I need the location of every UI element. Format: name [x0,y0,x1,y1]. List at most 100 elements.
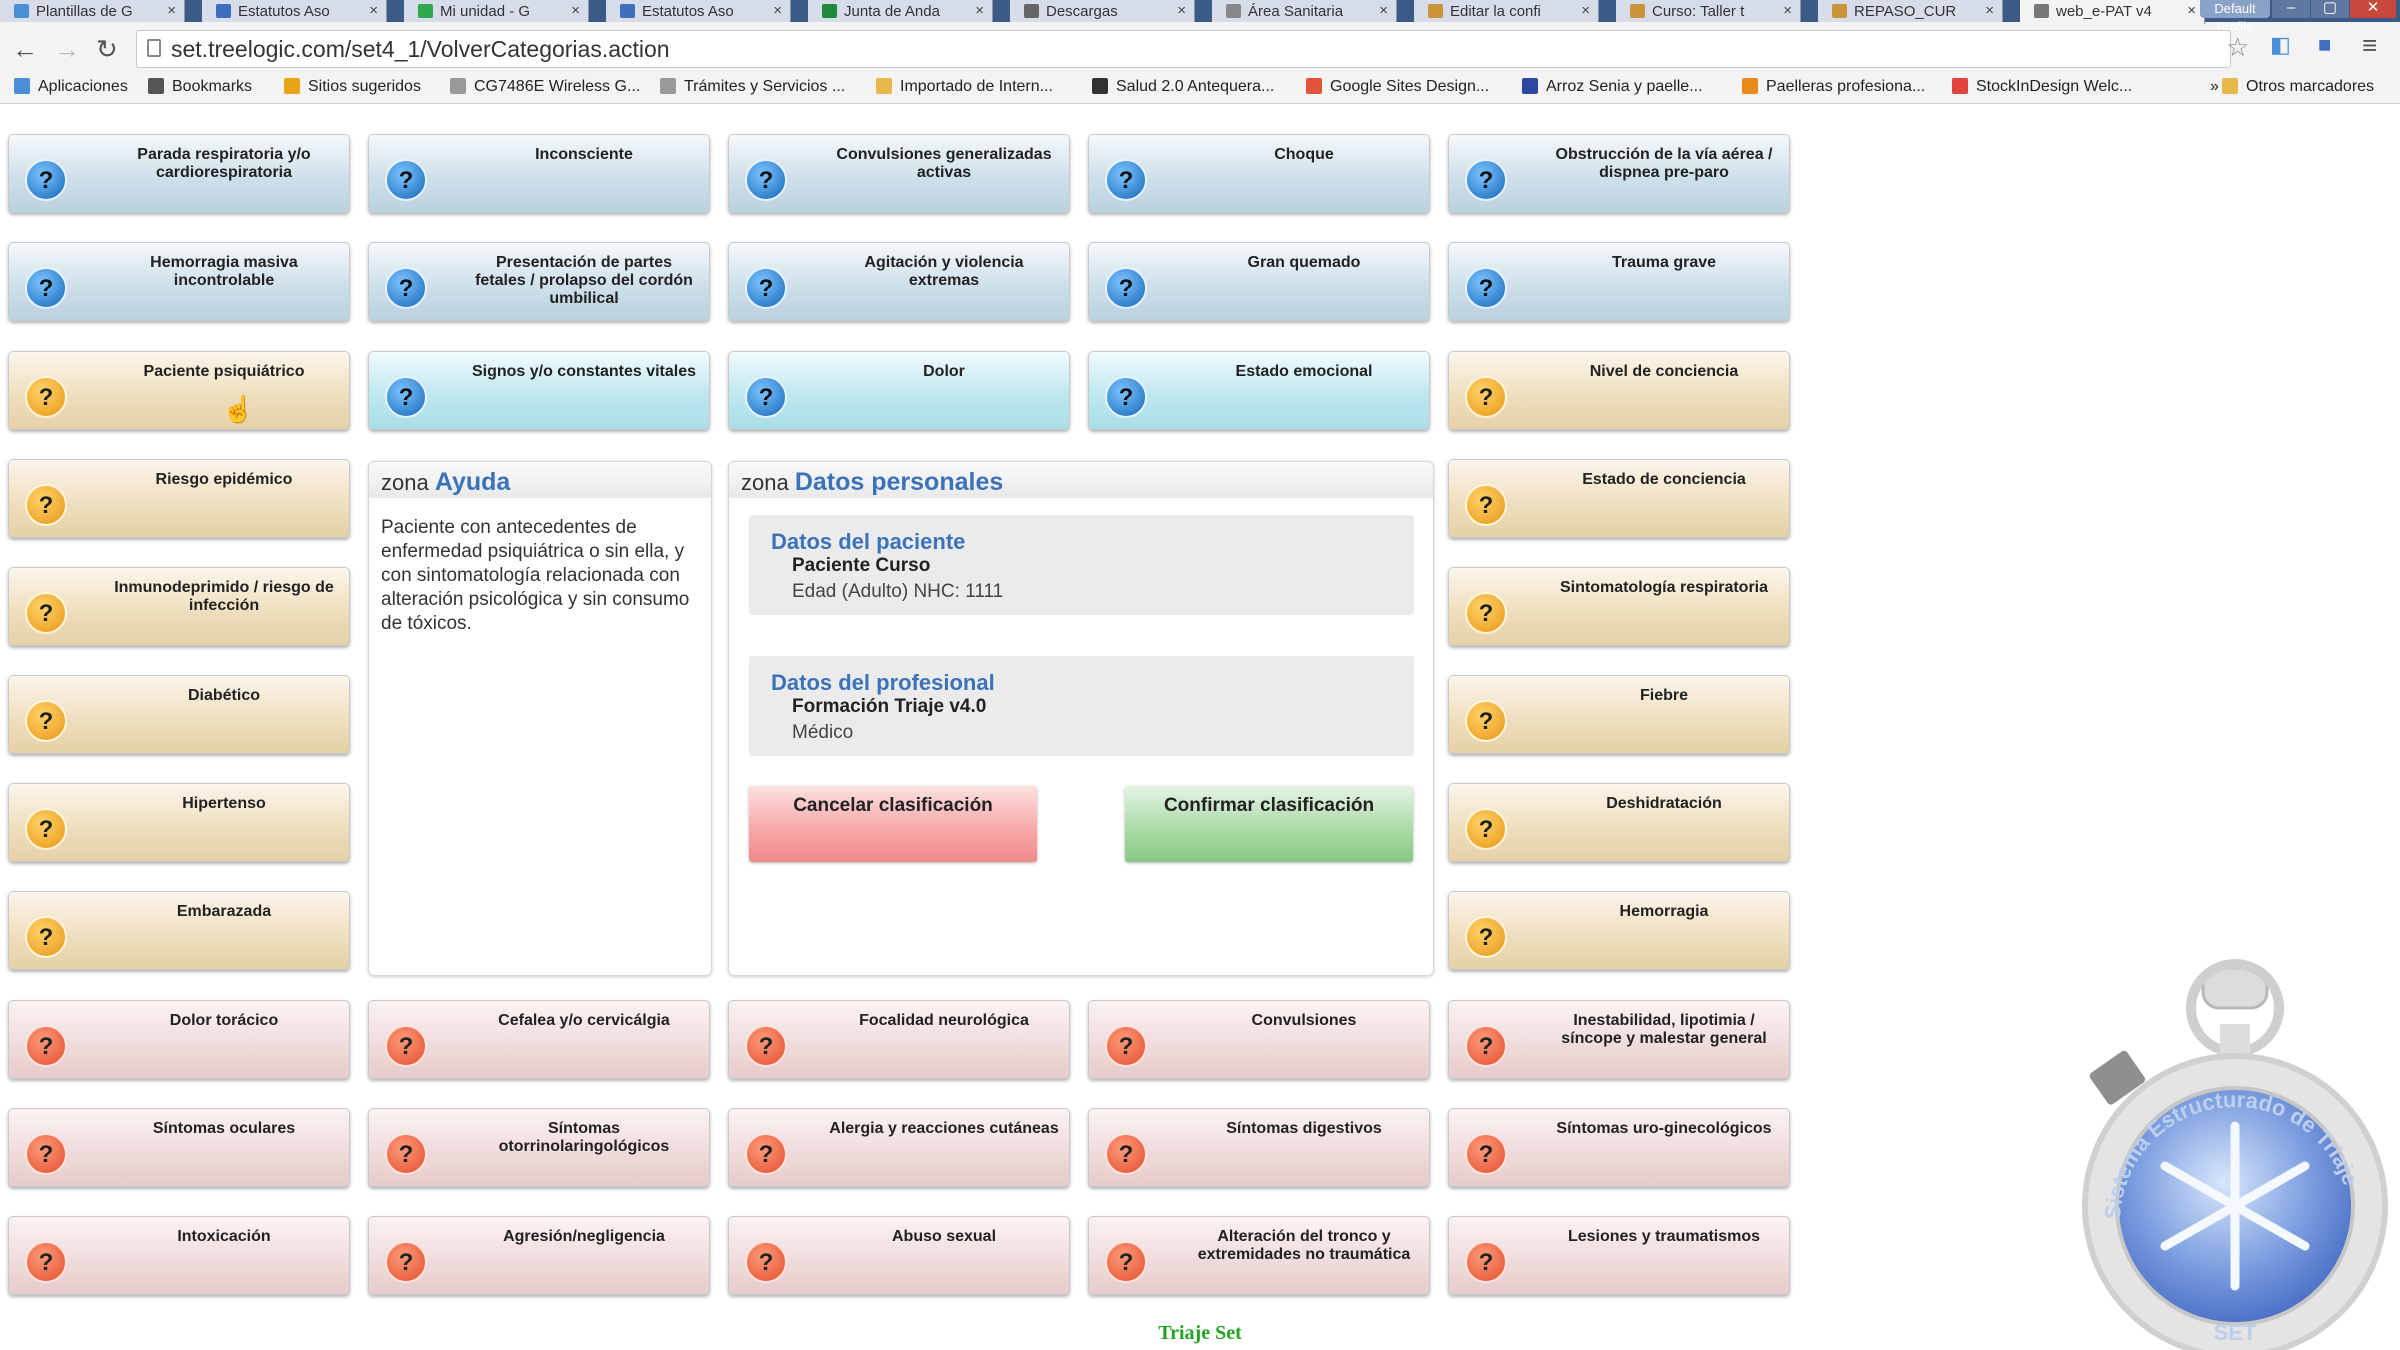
category-card[interactable]: ? Convulsiones [1088,1000,1430,1079]
help-icon[interactable]: ? [1105,1241,1147,1283]
help-icon[interactable]: ? [1465,267,1507,309]
browser-tab[interactable]: REPASO_CUR × [1818,0,2003,22]
browser-tab[interactable]: Descargas × [1010,0,1195,22]
help-icon[interactable]: ? [1105,267,1147,309]
bookmark-item[interactable]: CG7486E Wireless G... [450,72,640,104]
bookmark-item[interactable]: » [2186,72,2219,104]
category-card[interactable]: ? Deshidratación [1448,783,1790,862]
category-card[interactable]: ? Gran quemado [1088,242,1430,321]
menu-icon[interactable]: ≡ [2362,30,2377,61]
bookmark-item[interactable]: Importado de Intern... [876,72,1053,104]
browser-tab[interactable]: Área Sanitaria × [1212,0,1397,22]
category-card[interactable]: ? Abuso sexual [728,1216,1070,1295]
category-card[interactable]: ? Presentación de partes fetales / prolap… [368,242,710,321]
category-card[interactable]: ? Alteración del tronco y extremidades no… [1088,1216,1430,1295]
tab-close-icon[interactable]: × [1985,2,1994,19]
category-card[interactable]: ? Choque [1088,134,1430,213]
help-icon[interactable]: ? [385,159,427,201]
category-card[interactable]: ? Síntomas oculares [8,1108,350,1187]
star-icon[interactable]: ☆ [2226,32,2249,63]
category-card[interactable]: ? Agitación y violencia extremas [728,242,1070,321]
bookmark-item[interactable]: Salud 2.0 Antequera... [1092,72,1274,104]
category-card[interactable]: ? Riesgo epidémico [8,459,350,538]
category-card[interactable]: ? Obstrucción de la vía aérea / dispnea p… [1448,134,1790,213]
category-card[interactable]: ? Paciente psiquiátrico [8,351,350,430]
help-icon[interactable]: ? [1465,592,1507,634]
category-card[interactable]: ? Agresión/negligencia [368,1216,710,1295]
help-icon[interactable]: ? [1465,808,1507,850]
profile-button[interactable]: Default Profile [2200,0,2270,34]
browser-tab[interactable]: Estatutos Aso × [202,0,387,22]
category-card[interactable]: ? Fiebre [1448,675,1790,754]
browser-tab[interactable]: Junta de Anda × [808,0,993,22]
category-card[interactable]: ? Embarazada [8,891,350,970]
help-icon[interactable]: ? [385,1025,427,1067]
bookmark-item[interactable]: Arroz Senia y paelle... [1522,72,1703,104]
reload-icon[interactable]: ↻ [96,34,118,65]
help-icon[interactable]: ? [25,1025,67,1067]
browser-tab[interactable]: Curso: Taller t × [1616,0,1801,22]
bookmark-item[interactable]: Aplicaciones [14,72,128,104]
browser-tab[interactable]: Estatutos Aso × [606,0,791,22]
help-icon[interactable]: ? [25,267,67,309]
bookmark-item[interactable]: Paelleras profesiona... [1742,72,1925,104]
help-icon[interactable]: ? [745,376,787,418]
help-icon[interactable]: ? [745,1025,787,1067]
category-card[interactable]: ? Nivel de conciencia [1448,351,1790,430]
bookmark-item[interactable]: Trámites y Servicios ... [660,72,845,104]
category-card[interactable]: ? Síntomas uro-ginecológicos [1448,1108,1790,1187]
maximize-icon[interactable]: ▢ [2311,0,2349,18]
category-card[interactable]: ? Síntomas otorrinolaringológicos [368,1108,710,1187]
category-card[interactable]: ? Intoxicación [8,1216,350,1295]
browser-tab[interactable]: Plantillas de G × [0,0,185,22]
help-icon[interactable]: ? [385,376,427,418]
confirm-classification-button[interactable]: Confirmar clasificación [1125,786,1413,862]
tab-close-icon[interactable]: × [2187,2,2196,19]
browser-tab[interactable]: Editar la confi × [1414,0,1599,22]
help-icon[interactable]: ? [385,1241,427,1283]
bookmark-item[interactable]: Sitios sugeridos [284,72,421,104]
category-card[interactable]: ? Estado emocional [1088,351,1430,430]
tab-close-icon[interactable]: × [369,2,378,19]
help-icon[interactable]: ? [25,808,67,850]
category-card[interactable]: ? Diabético [8,675,350,754]
help-icon[interactable]: ? [25,592,67,634]
extension-icon[interactable]: ■ [2318,32,2331,58]
tab-close-icon[interactable]: × [773,2,782,19]
category-card[interactable]: ? Inmunodeprimido / riesgo de infección [8,567,350,646]
tab-close-icon[interactable]: × [1379,2,1388,19]
category-card[interactable]: ? Hemorragia masiva incontrolable [8,242,350,321]
help-icon[interactable]: ? [25,1133,67,1175]
help-icon[interactable]: ? [25,1241,67,1283]
help-icon[interactable]: ? [745,1133,787,1175]
help-icon[interactable]: ? [1465,1133,1507,1175]
help-icon[interactable]: ? [25,376,67,418]
bookmark-item[interactable]: Bookmarks [148,72,252,104]
help-icon[interactable]: ? [1105,1133,1147,1175]
help-icon[interactable]: ? [1465,484,1507,526]
help-icon[interactable]: ? [1105,1025,1147,1067]
category-card[interactable]: ? Alergia y reacciones cutáneas [728,1108,1070,1187]
category-card[interactable]: ? Convulsiones generalizadas activas [728,134,1070,213]
forward-icon[interactable]: → [54,34,80,65]
category-card[interactable]: ? Hemorragia [1448,891,1790,970]
help-icon[interactable]: ? [745,267,787,309]
address-bar[interactable]: set.treelogic.com/set4_1/VolverCategoria… [136,30,2231,68]
back-icon[interactable]: ← [12,34,38,65]
category-card[interactable]: ? Inestabilidad, lipotimia / síncope y ma… [1448,1000,1790,1079]
category-card[interactable]: ? Inconsciente [368,134,710,213]
tab-close-icon[interactable]: × [975,2,984,19]
help-icon[interactable]: ? [1465,1025,1507,1067]
bookmark-item[interactable]: StockInDesign Welc... [1952,72,2132,104]
help-icon[interactable]: ? [1465,1241,1507,1283]
tab-close-icon[interactable]: × [1783,2,1792,19]
category-card[interactable]: ? Cefalea y/o cervicálgia [368,1000,710,1079]
help-icon[interactable]: ? [745,1241,787,1283]
minimize-icon[interactable]: – [2272,0,2310,18]
tab-close-icon[interactable]: × [1177,2,1186,19]
help-icon[interactable]: ? [1105,159,1147,201]
help-icon[interactable]: ? [25,916,67,958]
help-icon[interactable]: ? [385,267,427,309]
help-icon[interactable]: ? [745,159,787,201]
category-card[interactable]: ? Lesiones y traumatismos [1448,1216,1790,1295]
